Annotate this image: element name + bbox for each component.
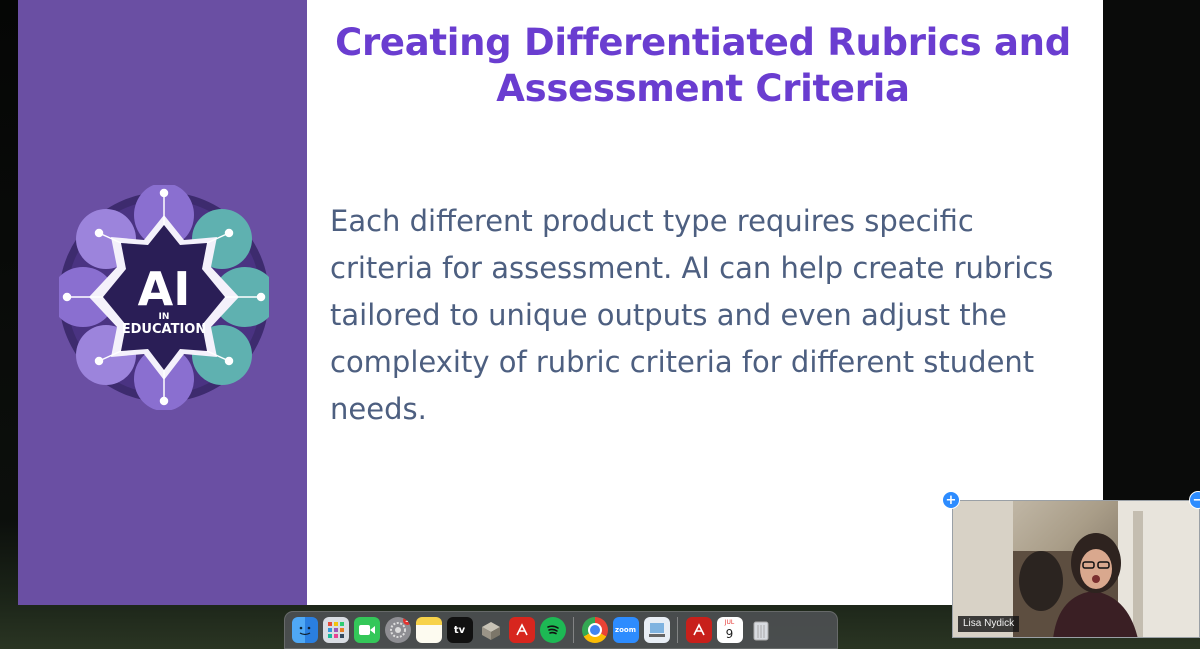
- ai-in-education-logo: AI IN EDUCATION: [51, 183, 277, 411]
- finder-icon[interactable]: [291, 617, 318, 643]
- slide-body-text: Each different product type requires spe…: [330, 204, 1054, 426]
- presentation-slide: AI IN EDUCATION Creating Differentiated …: [18, 0, 1103, 605]
- preview-icon[interactable]: [643, 617, 670, 643]
- notification-badge: 1: [402, 617, 411, 625]
- chrome-icon[interactable]: [581, 617, 608, 643]
- acrobat-pdf-icon[interactable]: [685, 617, 712, 643]
- system-settings-icon[interactable]: 1: [384, 617, 411, 643]
- macos-dock: 1 tv zoom JUL 9: [284, 611, 838, 649]
- spotify-icon[interactable]: [539, 617, 566, 643]
- launchpad-icon[interactable]: [322, 617, 349, 643]
- archive-utility-icon[interactable]: [478, 617, 504, 643]
- logo-in-text: IN: [159, 312, 170, 322]
- apple-tv-icon[interactable]: tv: [446, 617, 473, 643]
- facetime-icon[interactable]: [353, 617, 380, 643]
- zoom-icon[interactable]: zoom: [612, 617, 639, 643]
- dock-separator: [573, 617, 574, 643]
- dock-separator: [677, 617, 678, 643]
- calendar-icon[interactable]: JUL 9: [716, 617, 743, 643]
- acrobat-icon[interactable]: [508, 617, 535, 643]
- logo-ai-text: AI: [138, 262, 191, 316]
- notes-icon[interactable]: [415, 617, 442, 643]
- participant-name-label: Lisa Nydick: [958, 616, 1020, 632]
- participant-video-tile[interactable]: Lisa Nydick: [952, 500, 1200, 638]
- calendar-month: JUL: [724, 619, 735, 626]
- slide-title: Creating Differentiated Rubrics and Asse…: [335, 21, 1071, 110]
- zoom-label: zoom: [615, 626, 636, 634]
- logo-graphic: AI IN EDUCATION: [51, 183, 277, 411]
- apple-tv-label: tv: [453, 624, 466, 636]
- logo-education-text: EDUCATION: [122, 322, 206, 337]
- calendar-day: 9: [725, 627, 734, 641]
- add-button[interactable]: +: [942, 491, 960, 509]
- minimize-button[interactable]: −: [1189, 491, 1200, 509]
- trash-icon[interactable]: [748, 617, 774, 643]
